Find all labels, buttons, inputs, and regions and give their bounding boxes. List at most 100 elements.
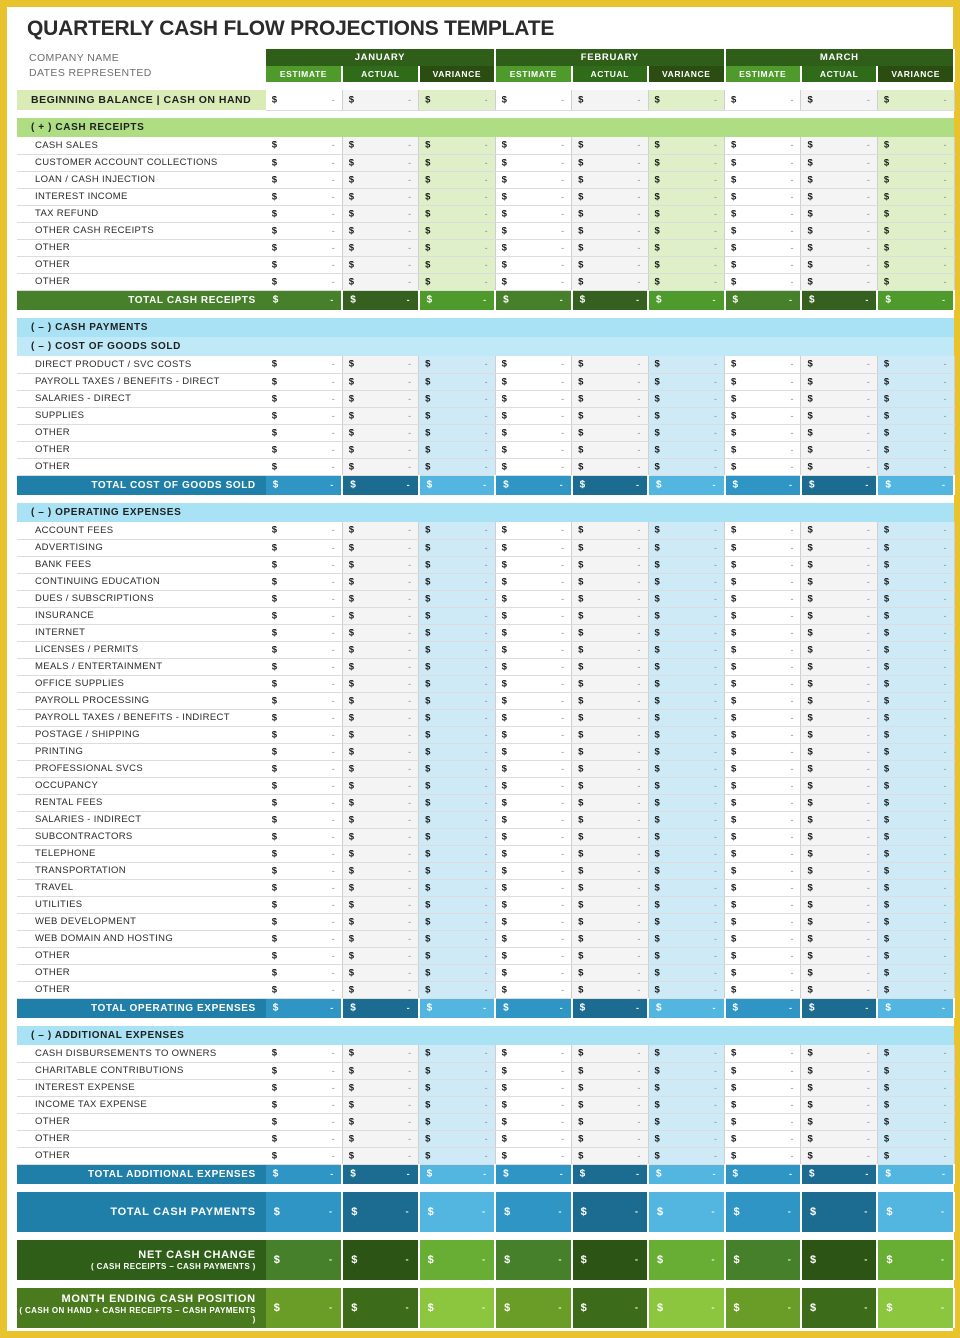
line-item-cell[interactable]: $ - xyxy=(800,692,878,710)
line-item-cell[interactable]: $ - xyxy=(265,590,343,608)
line-item-cell[interactable]: $ - xyxy=(342,709,420,727)
line-item-cell[interactable]: $ - xyxy=(571,1147,649,1165)
line-item-cell[interactable]: $ - xyxy=(877,828,955,846)
line-item-cell[interactable]: $ - xyxy=(877,1079,955,1097)
line-item-cell[interactable]: $ - xyxy=(265,879,343,897)
summary-cell[interactable]: $ - xyxy=(800,1192,879,1232)
line-item-cell[interactable]: $ - xyxy=(265,947,343,965)
summary-cell[interactable]: $ - xyxy=(571,1192,650,1232)
line-item-cell[interactable]: $ - xyxy=(342,794,420,812)
line-item-cell[interactable]: $ - xyxy=(418,424,496,442)
line-item-cell[interactable]: $ - xyxy=(571,273,649,291)
line-item-cell[interactable]: $ - xyxy=(877,930,955,948)
line-item-cell[interactable]: $ - xyxy=(648,811,726,829)
line-item-cell[interactable]: $ - xyxy=(877,1062,955,1080)
line-item-cell[interactable]: $ - xyxy=(648,458,726,476)
line-item-cell[interactable]: $ - xyxy=(800,458,878,476)
line-item-cell[interactable]: $ - xyxy=(800,239,878,257)
line-item-cell[interactable]: $ - xyxy=(571,556,649,574)
line-item-cell[interactable]: $ - xyxy=(724,1147,802,1165)
line-item-cell[interactable]: $ - xyxy=(342,239,420,257)
line-item-cell[interactable]: $ - xyxy=(571,222,649,240)
line-item-cell[interactable]: $ - xyxy=(418,607,496,625)
line-item-cell[interactable]: $ - xyxy=(571,794,649,812)
line-item-cell[interactable]: $ - xyxy=(724,171,802,189)
line-item-cell[interactable]: $ - xyxy=(724,441,802,459)
line-item-cell[interactable]: $ - xyxy=(265,407,343,425)
summary-cell[interactable]: $ - xyxy=(342,1192,420,1232)
line-item-cell[interactable]: $ - xyxy=(648,709,726,727)
line-item-cell[interactable]: $ - xyxy=(342,1045,420,1063)
line-item-cell[interactable]: $ - xyxy=(495,1079,573,1097)
line-item-cell[interactable]: $ - xyxy=(800,424,878,442)
line-item-cell[interactable]: $ - xyxy=(724,794,802,812)
line-item-cell[interactable]: $ - xyxy=(418,539,496,557)
line-item-cell[interactable]: $ - xyxy=(342,407,420,425)
line-item-cell[interactable]: $ - xyxy=(724,222,802,240)
line-item-cell[interactable]: $ - xyxy=(265,777,343,795)
section-total-cell[interactable]: $ - xyxy=(800,290,879,310)
section-total-cell[interactable]: $ - xyxy=(265,998,344,1018)
line-item-cell[interactable]: $ - xyxy=(342,1113,420,1131)
beginning-balance-cell[interactable]: $ - xyxy=(495,90,573,111)
line-item-cell[interactable]: $ - xyxy=(800,256,878,274)
line-item-cell[interactable]: $ - xyxy=(342,171,420,189)
line-item-cell[interactable]: $ - xyxy=(724,607,802,625)
line-item-cell[interactable]: $ - xyxy=(877,1147,955,1165)
line-item-cell[interactable]: $ - xyxy=(648,424,726,442)
line-item-cell[interactable]: $ - xyxy=(877,273,955,291)
line-item-cell[interactable]: $ - xyxy=(265,356,343,374)
line-item-cell[interactable]: $ - xyxy=(342,641,420,659)
line-item-cell[interactable]: $ - xyxy=(418,896,496,914)
line-item-cell[interactable]: $ - xyxy=(495,356,573,374)
line-item-cell[interactable]: $ - xyxy=(418,1113,496,1131)
line-item-cell[interactable]: $ - xyxy=(495,760,573,778)
line-item-cell[interactable]: $ - xyxy=(418,1130,496,1148)
line-item-cell[interactable]: $ - xyxy=(495,624,573,642)
line-item-cell[interactable]: $ - xyxy=(342,573,420,591)
section-total-cell[interactable]: $ - xyxy=(571,998,650,1018)
section-total-cell[interactable]: $ - xyxy=(800,998,879,1018)
line-item-cell[interactable]: $ - xyxy=(418,828,496,846)
line-item-cell[interactable]: $ - xyxy=(265,641,343,659)
line-item-cell[interactable]: $ - xyxy=(648,390,726,408)
line-item-cell[interactable]: $ - xyxy=(877,760,955,778)
line-item-cell[interactable]: $ - xyxy=(800,1062,878,1080)
section-total-cell[interactable]: $ - xyxy=(342,998,420,1018)
beginning-balance-cell[interactable]: $ - xyxy=(418,90,496,111)
line-item-cell[interactable]: $ - xyxy=(342,205,420,223)
line-item-cell[interactable]: $ - xyxy=(495,256,573,274)
line-item-cell[interactable]: $ - xyxy=(648,222,726,240)
section-total-cell[interactable]: $ - xyxy=(418,1164,497,1184)
line-item-cell[interactable]: $ - xyxy=(265,539,343,557)
summary-cell[interactable]: $ - xyxy=(265,1240,344,1280)
line-item-cell[interactable]: $ - xyxy=(342,539,420,557)
line-item-cell[interactable]: $ - xyxy=(724,913,802,931)
line-item-cell[interactable]: $ - xyxy=(265,239,343,257)
line-item-cell[interactable]: $ - xyxy=(495,811,573,829)
line-item-cell[interactable]: $ - xyxy=(800,222,878,240)
line-item-cell[interactable]: $ - xyxy=(418,1045,496,1063)
line-item-cell[interactable]: $ - xyxy=(571,811,649,829)
line-item-cell[interactable]: $ - xyxy=(342,726,420,744)
section-total-cell[interactable]: $ - xyxy=(342,290,420,310)
line-item-cell[interactable]: $ - xyxy=(495,981,573,999)
line-item-cell[interactable]: $ - xyxy=(418,777,496,795)
line-item-cell[interactable]: $ - xyxy=(648,137,726,155)
line-item-cell[interactable]: $ - xyxy=(418,947,496,965)
line-item-cell[interactable]: $ - xyxy=(418,964,496,982)
line-item-cell[interactable]: $ - xyxy=(800,154,878,172)
line-item-cell[interactable]: $ - xyxy=(877,171,955,189)
line-item-cell[interactable]: $ - xyxy=(648,154,726,172)
line-item-cell[interactable]: $ - xyxy=(418,205,496,223)
line-item-cell[interactable]: $ - xyxy=(877,896,955,914)
line-item-cell[interactable]: $ - xyxy=(342,879,420,897)
line-item-cell[interactable]: $ - xyxy=(724,947,802,965)
line-item-cell[interactable]: $ - xyxy=(648,356,726,374)
line-item-cell[interactable]: $ - xyxy=(571,441,649,459)
line-item-cell[interactable]: $ - xyxy=(800,522,878,540)
line-item-cell[interactable]: $ - xyxy=(877,188,955,206)
line-item-cell[interactable]: $ - xyxy=(342,743,420,761)
line-item-cell[interactable]: $ - xyxy=(800,760,878,778)
line-item-cell[interactable]: $ - xyxy=(342,137,420,155)
